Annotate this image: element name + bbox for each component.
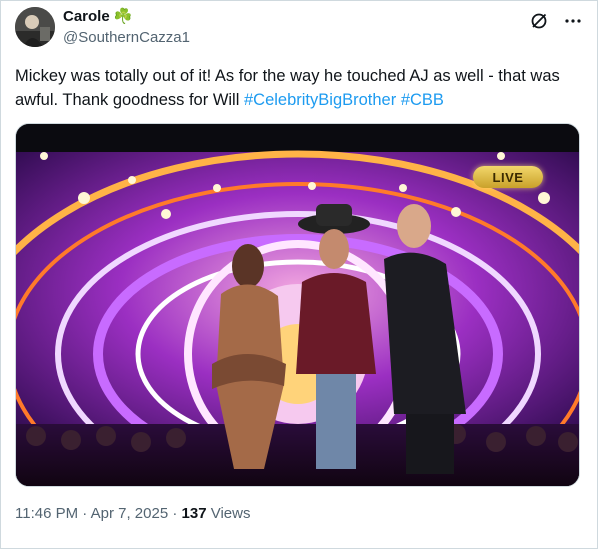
views-count: 137 xyxy=(181,505,207,522)
shamrock-icon: ☘️ xyxy=(113,8,133,25)
hashtag-cbb[interactable]: #CBB xyxy=(401,91,444,109)
meta-separator: · xyxy=(82,505,88,522)
avatar[interactable] xyxy=(15,7,55,47)
tweet-media-image[interactable]: LIVE xyxy=(15,123,580,487)
tweet-text: Mickey was totally out of it! As for the… xyxy=(15,64,575,112)
views-label: Views xyxy=(210,505,251,522)
tweet-date[interactable]: Apr 7, 2025 xyxy=(91,505,169,522)
tweet-card[interactable]: Carole ☘️ @SouthernCazza1 Mickey was tot… xyxy=(0,0,598,549)
hashtag-celebritybigbrother[interactable]: #CelebrityBigBrother xyxy=(244,91,396,109)
grok-icon[interactable] xyxy=(529,11,549,31)
author-name[interactable]: Carole xyxy=(63,8,110,25)
author-handle[interactable]: @SouthernCazza1 xyxy=(63,29,190,46)
meta-separator: · xyxy=(172,505,178,522)
more-icon[interactable] xyxy=(563,11,583,31)
avatar-image xyxy=(15,7,55,47)
tweet-meta: 11:46 PM · Apr 7, 2025 · 137 Views xyxy=(15,505,250,522)
live-badge: LIVE xyxy=(473,166,543,188)
tweet-time[interactable]: 11:46 PM xyxy=(15,505,78,522)
author-name-row[interactable]: Carole ☘️ xyxy=(63,8,132,25)
